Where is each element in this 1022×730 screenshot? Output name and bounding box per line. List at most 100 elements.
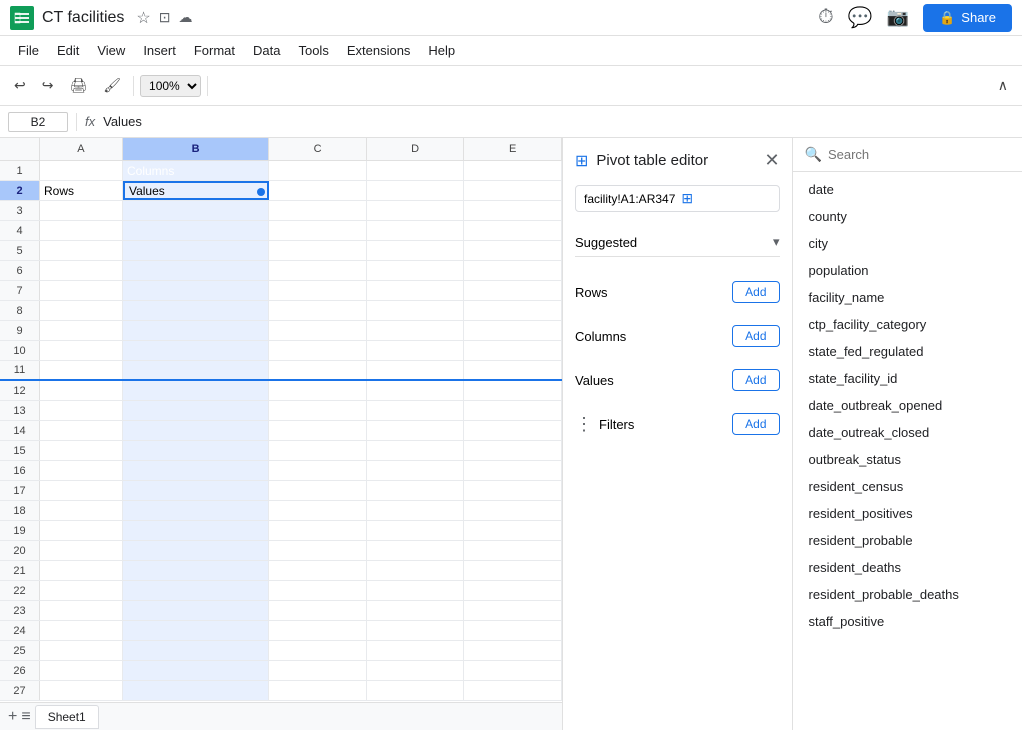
cell-d12[interactable]	[367, 381, 465, 400]
cell-c27[interactable]	[269, 681, 367, 700]
field-item[interactable]: state_facility_id	[793, 365, 1022, 392]
cell-b25[interactable]	[123, 641, 269, 660]
cell-c20[interactable]	[269, 541, 367, 560]
cell-e12[interactable]	[464, 381, 562, 400]
cell-b22[interactable]	[123, 581, 269, 600]
menu-item-edit[interactable]: Edit	[49, 39, 87, 62]
col-header-b[interactable]: B	[123, 138, 269, 160]
cell-c19[interactable]	[269, 521, 367, 540]
menu-item-extensions[interactable]: Extensions	[339, 39, 419, 62]
sheet-tab[interactable]: Sheet1	[35, 705, 99, 729]
cell-d18[interactable]	[367, 501, 465, 520]
cell-c23[interactable]	[269, 601, 367, 620]
field-item[interactable]: county	[793, 203, 1022, 230]
cell-d13[interactable]	[367, 401, 465, 420]
cell-b4[interactable]	[123, 221, 269, 240]
cell-d6[interactable]	[367, 261, 465, 280]
cell-a23[interactable]	[40, 601, 123, 620]
cell-d7[interactable]	[367, 281, 465, 300]
cell-e27[interactable]	[464, 681, 562, 700]
field-item[interactable]: state_fed_regulated	[793, 338, 1022, 365]
cell-c7[interactable]	[269, 281, 367, 300]
cell-a5[interactable]	[40, 241, 123, 260]
cell-b14[interactable]	[123, 421, 269, 440]
cell-b23[interactable]	[123, 601, 269, 620]
cell-c12[interactable]	[269, 381, 367, 400]
cell-c17[interactable]	[269, 481, 367, 500]
print-button[interactable]: 🖨	[63, 73, 93, 98]
cell-a17[interactable]	[40, 481, 123, 500]
cell-a24[interactable]	[40, 621, 123, 640]
cell-c22[interactable]	[269, 581, 367, 600]
cell-e6[interactable]	[464, 261, 562, 280]
cell-b13[interactable]	[123, 401, 269, 420]
cell-a4[interactable]	[40, 221, 123, 240]
cell-a27[interactable]	[40, 681, 123, 700]
cell-b8[interactable]	[123, 301, 269, 320]
cell-e17[interactable]	[464, 481, 562, 500]
cell-a10[interactable]	[40, 341, 123, 360]
cell-c10[interactable]	[269, 341, 367, 360]
cell-e24[interactable]	[464, 621, 562, 640]
field-item[interactable]: resident_deaths	[793, 554, 1022, 581]
cell-c26[interactable]	[269, 661, 367, 680]
cell-d4[interactable]	[367, 221, 465, 240]
cell-c15[interactable]	[269, 441, 367, 460]
cell-e13[interactable]	[464, 401, 562, 420]
add-rows-button[interactable]: Add	[732, 281, 779, 303]
cell-e26[interactable]	[464, 661, 562, 680]
add-columns-button[interactable]: Add	[732, 325, 779, 347]
cell-d24[interactable]	[367, 621, 465, 640]
cell-e8[interactable]	[464, 301, 562, 320]
cell-a16[interactable]	[40, 461, 123, 480]
meet-icon[interactable]: 📷	[887, 7, 909, 28]
undo-button[interactable]: ↩	[8, 73, 32, 98]
field-item[interactable]: population	[793, 257, 1022, 284]
menu-item-data[interactable]: Data	[245, 39, 288, 62]
cell-c16[interactable]	[269, 461, 367, 480]
cell-a21[interactable]	[40, 561, 123, 580]
cell-e2[interactable]	[464, 181, 562, 200]
cell-a11[interactable]	[40, 361, 123, 379]
cell-a1[interactable]	[40, 161, 123, 180]
menu-item-insert[interactable]: Insert	[135, 39, 184, 62]
cell-a8[interactable]	[40, 301, 123, 320]
fill-handle[interactable]	[257, 188, 265, 196]
zoom-select[interactable]: 100% 75% 50% 125% 150%	[140, 75, 201, 97]
cell-b10[interactable]	[123, 341, 269, 360]
cell-d26[interactable]	[367, 661, 465, 680]
cell-a22[interactable]	[40, 581, 123, 600]
menu-item-help[interactable]: Help	[420, 39, 463, 62]
chat-icon[interactable]: 💬	[848, 5, 873, 30]
cell-c18[interactable]	[269, 501, 367, 520]
cell-c1[interactable]	[269, 161, 367, 180]
cell-e22[interactable]	[464, 581, 562, 600]
sheet-menu-icon[interactable]: ≡	[21, 708, 30, 726]
cell-e15[interactable]	[464, 441, 562, 460]
field-item[interactable]: outbreak_status	[793, 446, 1022, 473]
cell-d23[interactable]	[367, 601, 465, 620]
cell-b2[interactable]: Values	[123, 181, 269, 200]
redo-button[interactable]: ↪	[36, 73, 60, 98]
menu-item-view[interactable]: View	[89, 39, 133, 62]
col-header-d[interactable]: D	[367, 138, 465, 160]
field-item[interactable]: resident_probable	[793, 527, 1022, 554]
cell-a2[interactable]: Rows	[40, 181, 123, 200]
search-input[interactable]	[828, 147, 1010, 162]
cell-e3[interactable]	[464, 201, 562, 220]
cell-d2[interactable]	[367, 181, 465, 200]
paint-format-button[interactable]: 🖌	[97, 73, 127, 98]
cell-d22[interactable]	[367, 581, 465, 600]
collapse-toolbar-button[interactable]: ∧	[992, 73, 1014, 98]
cell-b16[interactable]	[123, 461, 269, 480]
cell-c4[interactable]	[269, 221, 367, 240]
cell-d3[interactable]	[367, 201, 465, 220]
cell-c9[interactable]	[269, 321, 367, 340]
cell-a15[interactable]	[40, 441, 123, 460]
cell-e4[interactable]	[464, 221, 562, 240]
close-panel-button[interactable]: ✕	[764, 150, 779, 171]
cell-c8[interactable]	[269, 301, 367, 320]
cell-e5[interactable]	[464, 241, 562, 260]
field-item[interactable]: date_outreak_closed	[793, 419, 1022, 446]
cell-d21[interactable]	[367, 561, 465, 580]
